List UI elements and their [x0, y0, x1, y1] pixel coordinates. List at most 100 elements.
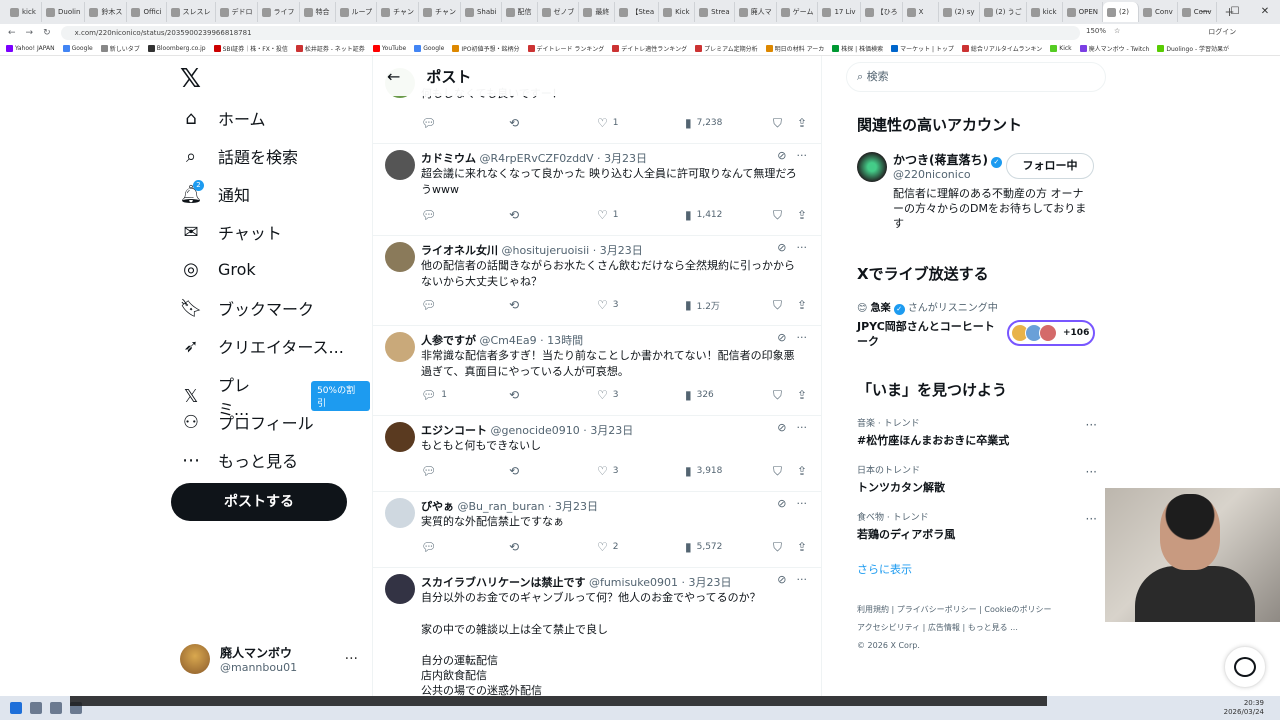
close-window-button[interactable]: ✕ [1250, 0, 1280, 24]
tweet-author-handle[interactable]: @Cm4Ea9 [480, 334, 537, 347]
views-action[interactable]: ▮ 1,412 [685, 208, 722, 222]
bookmark-item[interactable]: デイトレード ランキング [527, 44, 604, 53]
bookmark-item[interactable]: Google [62, 45, 93, 52]
tweet[interactable]: 人参ですが @Cm4Ea9 · 13時間 ⊘ ··· 非常識な配信者多すぎ！当たり前な… [373, 326, 821, 416]
avatar[interactable] [385, 498, 415, 528]
tweet-time[interactable]: 3月23日 [689, 576, 732, 589]
nav-item-search[interactable]: ⌕ 話題を検索 [180, 144, 298, 168]
browser-tab[interactable]: kick [6, 2, 42, 22]
account-switcher[interactable]: 廃人マンボウ @mannbou01 ··· [180, 644, 358, 674]
tweet[interactable]: ぴやぁ @Bu_ran_buran · 3月23日 ⊘ ··· 実質的な外配信禁止です… [373, 492, 821, 568]
browser-tab[interactable]: チャン [419, 2, 461, 22]
browser-tab[interactable]: 配信 [502, 2, 538, 22]
footer-link[interactable]: 利用規約 [857, 605, 889, 614]
forward-nav-icon[interactable]: → [26, 28, 34, 38]
avatar[interactable] [857, 152, 887, 182]
trend-item[interactable]: 日本のトレンド トンツカタン解散 ··· [857, 463, 1097, 495]
bookmark-item[interactable]: プレミアム定期分析 [695, 44, 758, 53]
nav-item-bell[interactable]: 🔔︎ 2 通知 [180, 180, 250, 206]
tweet-time[interactable]: 3月23日 [590, 424, 633, 437]
following-button[interactable]: フォロー中 [1006, 153, 1094, 179]
more-icon[interactable]: ··· [797, 497, 808, 510]
bookmark-action[interactable]: ⛉ [773, 540, 782, 555]
live-listeners[interactable]: +106 [1007, 320, 1095, 346]
tweet[interactable]: エジンコート @genocide0910 · 3月23日 ⊘ ··· もともと何もでき… [373, 416, 821, 492]
browser-tab[interactable]: Kick [659, 2, 696, 22]
repost-action[interactable]: ⟲ [509, 540, 519, 554]
related-account-name[interactable]: かつき(蒋直落ち) ✓ [893, 151, 1002, 168]
tweet-author-name[interactable]: エジンコート [421, 424, 487, 437]
views-action[interactable]: ▮ 5,572 [685, 540, 722, 554]
grok-icon[interactable]: ⊘ [777, 573, 786, 586]
bookmark-item[interactable]: IPO初値予想・銘柄分 [452, 44, 520, 53]
reply-action[interactable]: 💬︎ [421, 208, 441, 222]
browser-tab[interactable]: 最終 [579, 2, 616, 22]
tweet[interactable]: カドミウム @R4rpERvCZF0zddV · 3月23日 ⊘ ··· 超会議に来れ… [373, 144, 821, 236]
browser-tab[interactable]: Conv [1139, 2, 1178, 22]
bookmark-star-icon[interactable]: ☆ [1114, 27, 1120, 37]
browser-tab[interactable]: (2) うご [980, 2, 1027, 22]
browser-tab[interactable]: 【ひろ [861, 2, 903, 22]
browser-tab[interactable]: Shabi [461, 2, 502, 22]
browser-tab[interactable]: kick [1027, 2, 1063, 22]
like-action[interactable]: ♡ 2 [597, 540, 619, 554]
profile-button[interactable]: ログイン [1208, 27, 1236, 37]
minimize-button[interactable]: — [1190, 0, 1220, 24]
trend-item[interactable]: 音楽 · トレンド #松竹座ほんまおおきに卒業式 ··· [857, 416, 1097, 448]
views-action[interactable]: ▮ 326 [685, 388, 714, 402]
url-field[interactable]: x.com/220niconico/status/203590023996681… [60, 26, 1080, 40]
bookmark-item[interactable]: Kick [1050, 45, 1072, 52]
repost-action[interactable]: ⟲ [509, 208, 519, 222]
like-action[interactable]: ♡ 1 [597, 116, 619, 130]
taskbar-app-icon[interactable] [50, 702, 62, 714]
bookmark-item[interactable]: 明日の材料 アーカ [765, 44, 824, 53]
avatar[interactable] [385, 422, 415, 452]
tweet-author-name[interactable]: スカイラブハリケーンは禁止です [421, 576, 585, 589]
bookmark-item[interactable]: 松井証券 - ネット証券 [295, 44, 365, 53]
avatar[interactable] [385, 332, 415, 362]
tweet-time[interactable]: 13時間 [547, 334, 583, 347]
avatar[interactable] [385, 150, 415, 180]
browser-tab[interactable]: チャン [377, 2, 420, 22]
browser-tab[interactable]: Offici [127, 2, 167, 22]
views-action[interactable]: ▮ 1.2万 [685, 298, 720, 312]
browser-tab[interactable]: 17 Liv [818, 2, 861, 22]
grok-icon[interactable]: ⊘ [777, 497, 786, 510]
reply-action[interactable]: 💬︎ [421, 116, 441, 130]
share-action[interactable]: ⇪ [797, 464, 807, 478]
browser-tab[interactable]: スレスレ [167, 2, 216, 22]
browser-tab[interactable]: Strea [695, 2, 735, 22]
browser-tab[interactable]: ゼノブ [538, 2, 580, 22]
repost-action[interactable]: ⟲ [509, 388, 519, 402]
bookmark-action[interactable]: ⛉ [773, 116, 782, 131]
bookmark-item[interactable]: デイトレ適性ランキング [612, 44, 687, 53]
bookmark-action[interactable]: ⛉ [773, 298, 782, 313]
more-icon[interactable]: ··· [797, 331, 808, 344]
reload-icon[interactable]: ↻ [43, 28, 51, 38]
share-action[interactable]: ⇪ [797, 298, 807, 312]
bookmark-item[interactable]: 株探 | 株価検索 [832, 44, 883, 53]
bookmark-item[interactable]: マーケット | トップ [891, 44, 954, 53]
trend-item[interactable]: 食べ物 · トレンド 若鶏のディアボラ風 ··· [857, 510, 1097, 542]
browser-tab[interactable]: X [903, 2, 939, 22]
views-action[interactable]: ▮ 3,918 [685, 464, 722, 478]
bookmark-item[interactable]: YouTube [372, 45, 406, 52]
footer-link[interactable]: アクセシビリティ [857, 623, 920, 632]
browser-tab[interactable]: デドロ [216, 2, 258, 22]
tweet-author-name[interactable]: ライオネル女川 [421, 244, 498, 257]
nav-item-bookmark[interactable]: 🔖︎ ブックマーク [180, 296, 314, 320]
browser-tab[interactable]: ゲーム [777, 2, 819, 22]
bookmark-item[interactable]: 新しいタブ [100, 44, 140, 53]
show-more-link[interactable]: さらに表示 [857, 561, 912, 577]
taskbar-app-icon[interactable] [30, 702, 42, 714]
nav-item-person[interactable]: ⚇ プロフィール [180, 410, 314, 434]
live-space-title[interactable]: JPYC岡部さんとコーヒートーク [857, 319, 997, 349]
tweet[interactable]: スカイラブハリケーンは禁止です @fumisuke0901 · 3月23日 ⊘ ··… [373, 568, 821, 696]
grok-icon[interactable]: ⊘ [777, 421, 786, 434]
share-action[interactable]: ⇪ [797, 116, 807, 130]
tweet-time[interactable]: 3月23日 [600, 244, 643, 257]
tweet-author-handle[interactable]: @hositujeruoisii [502, 244, 590, 257]
footer-link[interactable]: もっと見る ... [968, 623, 1018, 632]
footer-link[interactable]: プライバシーポリシー [897, 605, 977, 614]
browser-tab[interactable]: 【Stea [615, 2, 660, 22]
